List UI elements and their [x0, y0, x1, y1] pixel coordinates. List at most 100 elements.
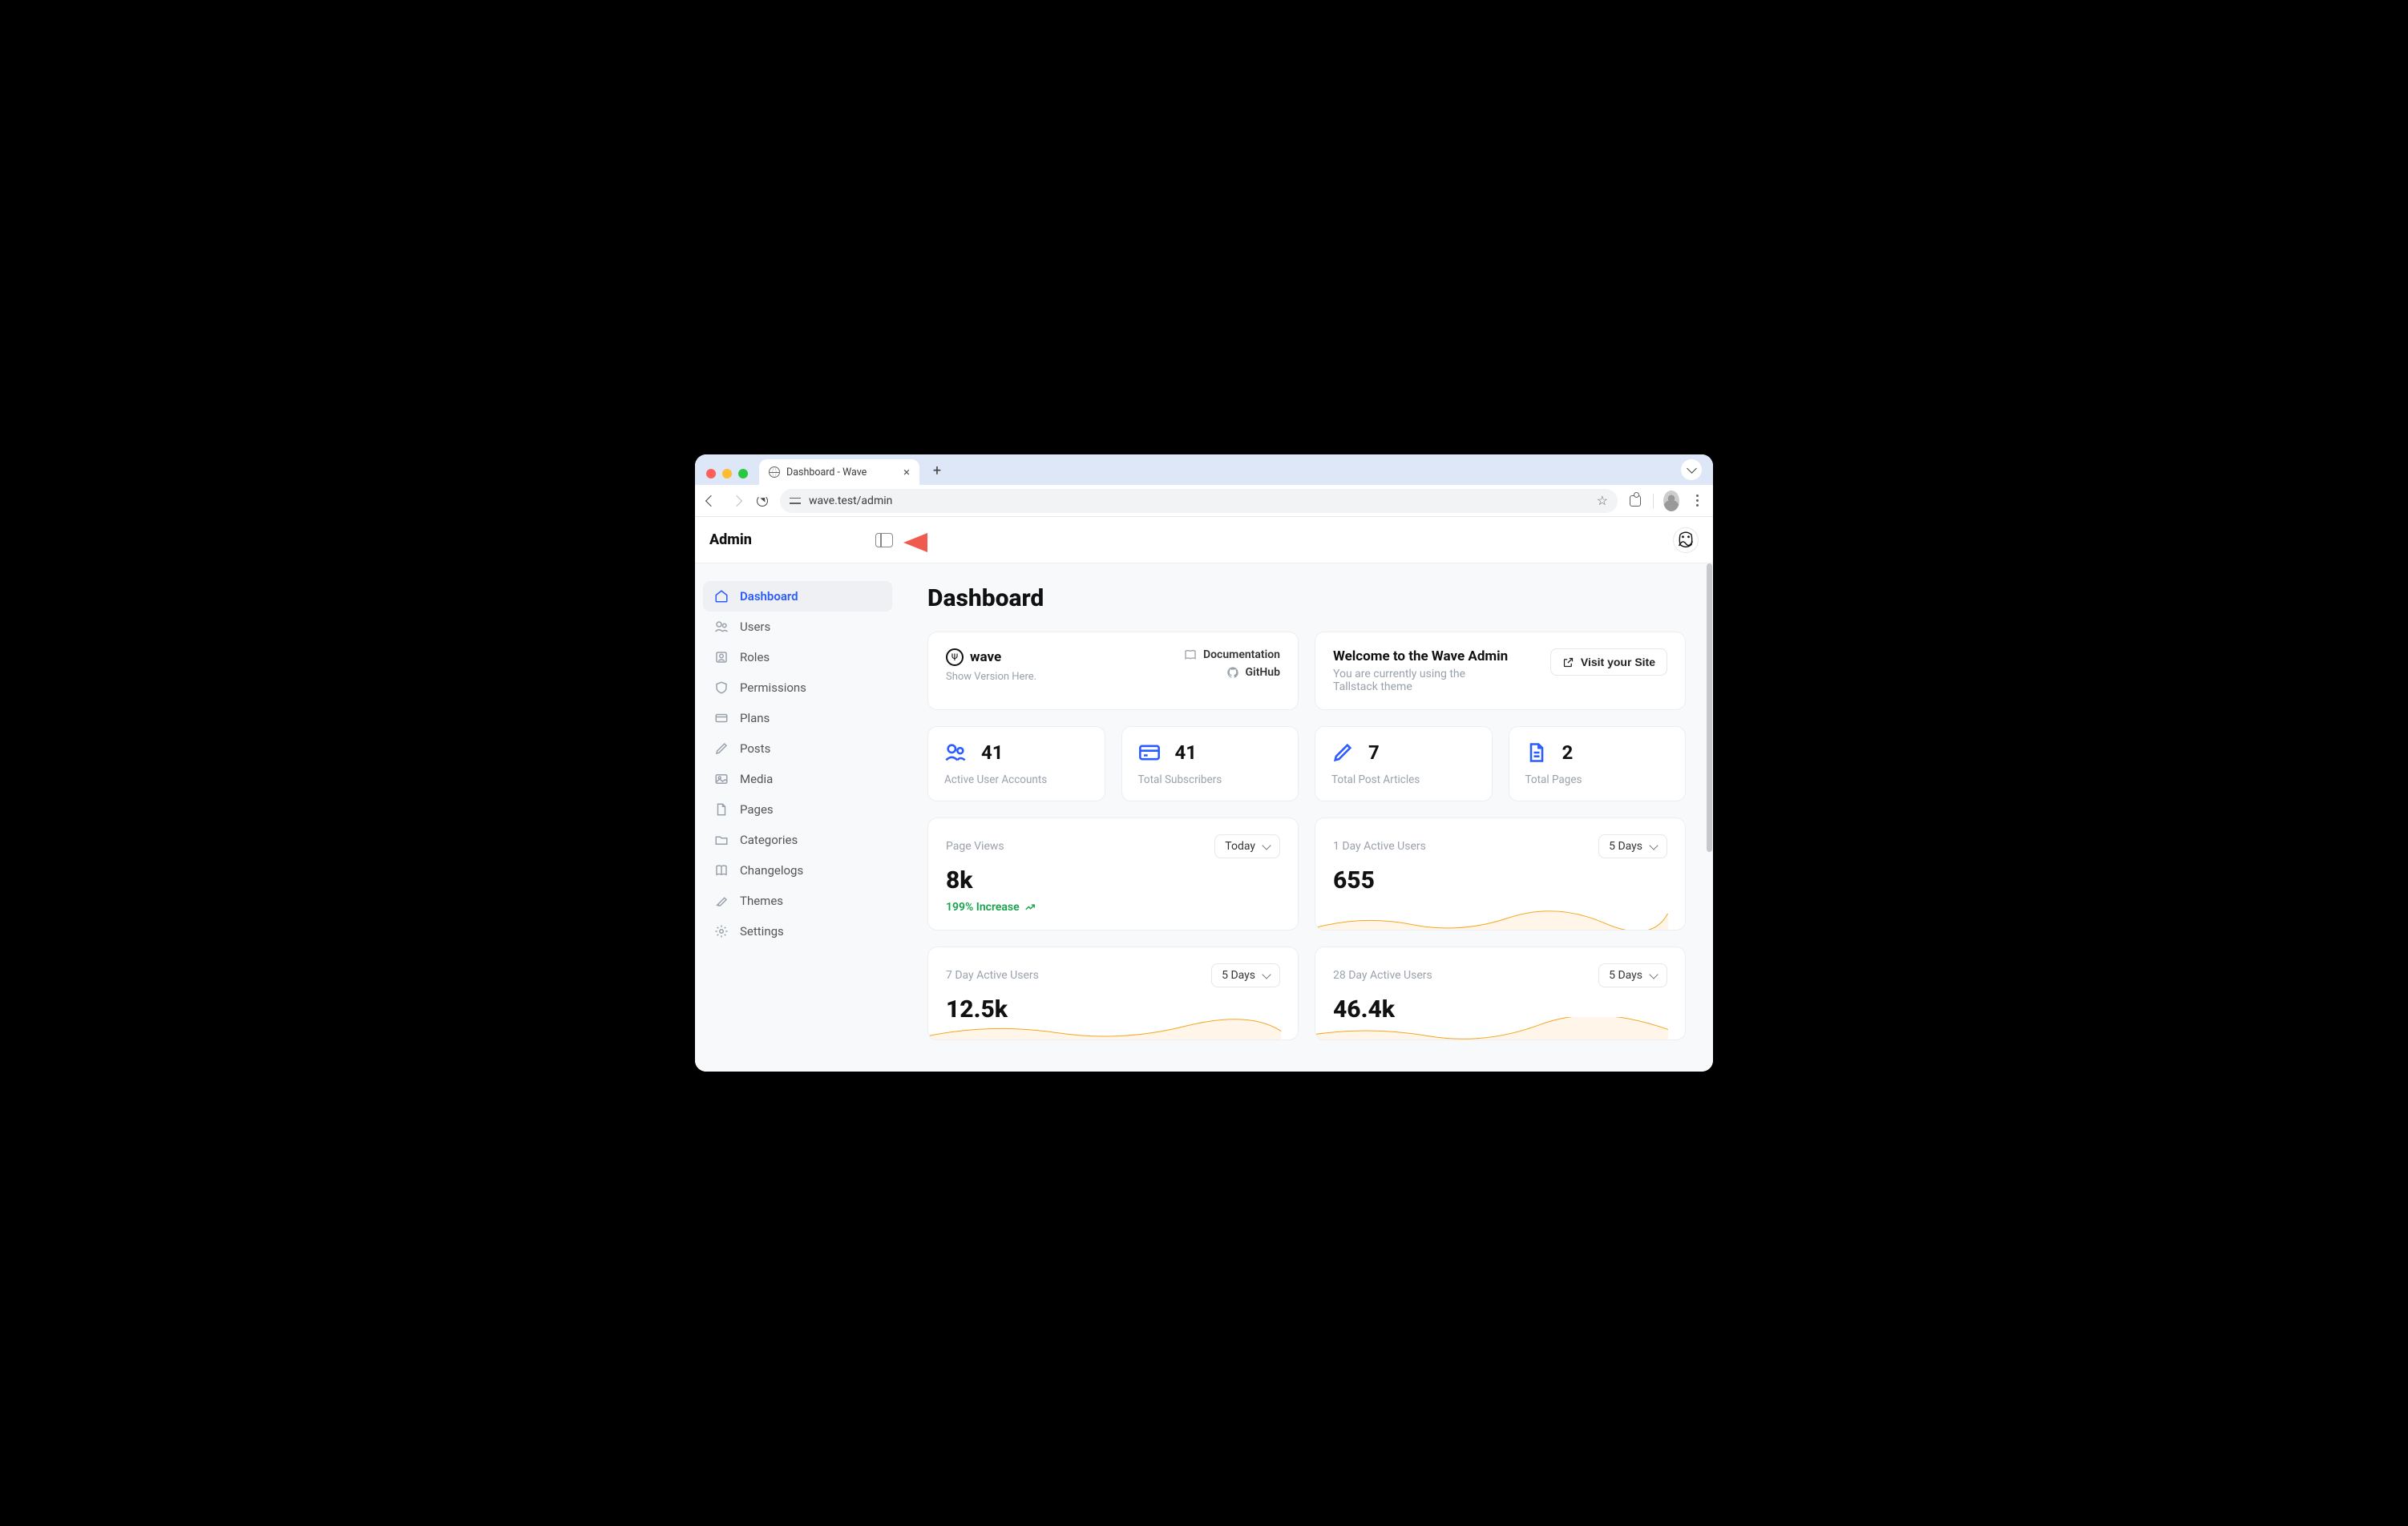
sidebar-item-themes[interactable]: Themes: [703, 886, 892, 916]
documentation-link[interactable]: Documentation: [1184, 648, 1280, 661]
range-value: 5 Days: [1222, 969, 1255, 982]
close-window-button[interactable]: [706, 469, 716, 478]
wave-mark-icon: Ψ: [946, 648, 964, 666]
sidebar-item-label: Media: [740, 772, 773, 786]
stat-label: Active User Accounts: [944, 773, 1089, 786]
minimize-window-button[interactable]: [722, 469, 732, 478]
chevron-down-icon: [1649, 970, 1658, 979]
browser-toolbar: wave.test/admin ☆: [695, 485, 1713, 517]
metric-card-page-views: Page Views Today 8k 199% Increase: [927, 818, 1299, 931]
shield-icon: [714, 680, 729, 695]
url-text: wave.test/admin: [809, 495, 892, 507]
sidebar-item-label: Categories: [740, 833, 798, 847]
scrollbar[interactable]: [1707, 563, 1712, 852]
stat-card-posts: 7 Total Post Articles: [1315, 726, 1493, 801]
sidebar-item-categories[interactable]: Categories: [703, 825, 892, 855]
sidebar-item-media[interactable]: Media: [703, 764, 892, 794]
browser-menu-button[interactable]: [1689, 493, 1705, 509]
close-tab-button[interactable]: ×: [903, 465, 910, 479]
github-link[interactable]: GitHub: [1226, 666, 1280, 679]
metric-label: 7 Day Active Users: [946, 969, 1039, 982]
back-button[interactable]: [703, 493, 719, 509]
visit-site-button[interactable]: Visit your Site: [1550, 648, 1667, 676]
stat-card-subscribers: 41 Total Subscribers: [1121, 726, 1299, 801]
sparkline: [1315, 1017, 1668, 1040]
sidebar-item-label: Settings: [740, 924, 784, 939]
users-icon: [714, 620, 729, 634]
metric-label: 1 Day Active Users: [1333, 840, 1426, 853]
chevron-down-icon: [1649, 841, 1658, 850]
stat-card-active-users: 41 Active User Accounts: [927, 726, 1105, 801]
stat-label: Total Subscribers: [1138, 773, 1283, 786]
sidebar-item-users[interactable]: Users: [703, 612, 892, 642]
range-value: 5 Days: [1609, 840, 1642, 853]
sidebar-item-label: Changelogs: [740, 863, 803, 878]
sidebar-item-label: Dashboard: [740, 589, 798, 604]
card-icon: [714, 711, 729, 725]
profile-button[interactable]: [1663, 493, 1679, 509]
page-icon: [1525, 741, 1548, 764]
book-icon: [714, 863, 729, 878]
metric-value: 8k: [946, 866, 1280, 894]
paint-icon: [714, 894, 729, 908]
sidebar-item-permissions[interactable]: Permissions: [703, 672, 892, 703]
sidebar-item-label: Users: [740, 620, 770, 634]
globe-icon: [769, 466, 780, 478]
reload-button[interactable]: [754, 493, 770, 509]
sidebar-item-changelogs[interactable]: Changelogs: [703, 855, 892, 886]
sidebar-toggle-button[interactable]: [875, 533, 893, 547]
user-avatar[interactable]: [1673, 527, 1699, 553]
sidebar-item-label: Posts: [740, 741, 770, 756]
bookmark-icon[interactable]: ☆: [1597, 493, 1608, 508]
sidebar-item-roles[interactable]: Roles: [703, 642, 892, 672]
sidebar-item-settings[interactable]: Settings: [703, 916, 892, 947]
page-title: Dashboard: [927, 584, 1686, 612]
page-icon: [714, 802, 729, 817]
card-icon: [1138, 741, 1161, 764]
range-dropdown[interactable]: 5 Days: [1598, 963, 1667, 987]
pencil-icon: [1331, 741, 1354, 764]
metric-card-7day-users: 7 Day Active Users 5 Days 12.5k: [927, 947, 1299, 1040]
stat-value: 41: [1175, 741, 1198, 764]
stat-card-pages: 2 Total Pages: [1509, 726, 1687, 801]
sidebar-item-plans[interactable]: Plans: [703, 703, 892, 733]
gear-icon: [714, 924, 729, 939]
forward-button[interactable]: [729, 493, 745, 509]
tab-list-button[interactable]: [1681, 459, 1702, 480]
browser-tab-strip: Dashboard - Wave × +: [695, 454, 1713, 485]
extensions-button[interactable]: [1627, 493, 1643, 509]
badge-icon: [714, 650, 729, 664]
wave-version-text: Show Version Here.: [946, 671, 1036, 683]
maximize-window-button[interactable]: [738, 469, 748, 478]
address-bar[interactable]: wave.test/admin ☆: [780, 489, 1618, 513]
sidebar-item-posts[interactable]: Posts: [703, 733, 892, 764]
brand-title: Admin: [709, 531, 752, 548]
folder-icon: [714, 833, 729, 847]
sidebar-item-pages[interactable]: Pages: [703, 794, 892, 825]
stat-value: 2: [1562, 741, 1574, 764]
github-icon: [1226, 666, 1239, 679]
range-dropdown[interactable]: 5 Days: [1211, 963, 1280, 987]
external-link-icon: [1562, 656, 1574, 668]
visit-site-button-label: Visit your Site: [1581, 656, 1655, 668]
github-link-label: GitHub: [1246, 666, 1280, 679]
range-dropdown[interactable]: Today: [1214, 834, 1280, 858]
welcome-card: Welcome to the Wave Admin You are curren…: [1315, 632, 1686, 710]
sparkline: [928, 1017, 1281, 1040]
image-icon: [714, 772, 729, 786]
toolbar-separator: [1653, 494, 1654, 508]
stat-value: 41: [981, 741, 1004, 764]
wave-name: wave: [970, 649, 1001, 665]
browser-tab[interactable]: Dashboard - Wave ×: [759, 459, 919, 485]
new-tab-button[interactable]: +: [926, 459, 948, 482]
sidebar-item-dashboard[interactable]: Dashboard: [703, 581, 892, 612]
sidebar-item-label: Permissions: [740, 680, 806, 695]
tab-title: Dashboard - Wave: [786, 466, 867, 478]
stat-value: 7: [1368, 741, 1380, 764]
chevron-down-icon: [1262, 970, 1271, 979]
range-dropdown[interactable]: 5 Days: [1598, 834, 1667, 858]
book-open-icon: [1184, 648, 1197, 661]
sidebar-item-label: Roles: [740, 650, 770, 664]
sidebar-item-label: Plans: [740, 711, 770, 725]
site-settings-icon[interactable]: [790, 496, 801, 506]
